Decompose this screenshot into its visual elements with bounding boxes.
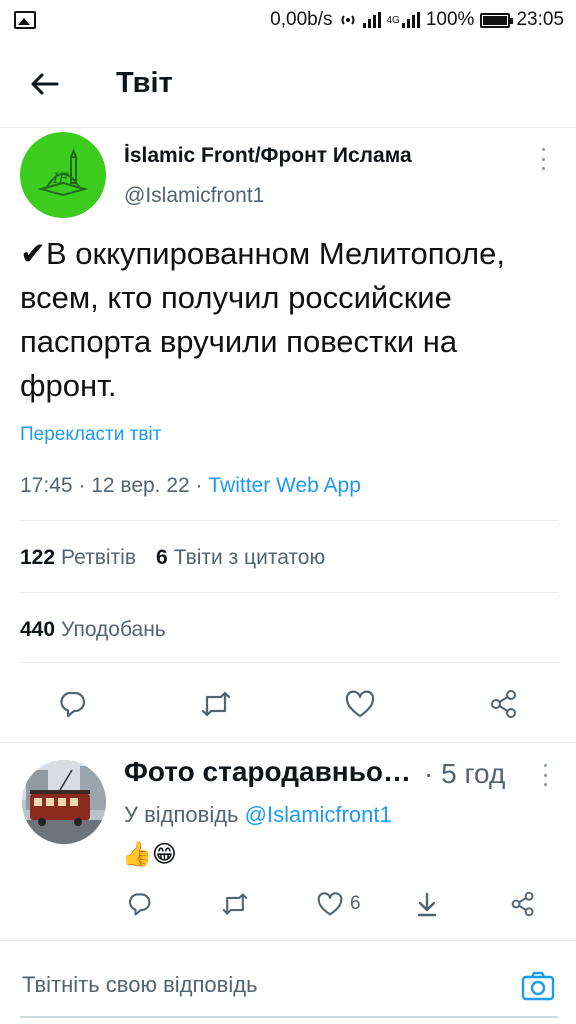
image-notification-icon — [14, 11, 36, 29]
reply-icon — [128, 893, 151, 916]
battery-percent: 100% — [425, 9, 475, 30]
translate-tweet-link[interactable]: Перекласти твіт — [20, 424, 161, 446]
reply-time: · 5 год — [424, 758, 506, 789]
signal-icon-2 — [401, 12, 420, 28]
tweet-text: ✔В оккупированном Мелитополе, всем, кто … — [20, 236, 505, 403]
download-icon — [417, 892, 437, 917]
share-button[interactable] — [476, 676, 532, 732]
replying-to: У відповідь @Islamicfront1 — [124, 802, 392, 828]
network-speed: 0,00b/s — [270, 9, 333, 30]
like-button[interactable] — [332, 676, 388, 732]
heart-icon — [345, 690, 375, 718]
share-icon — [511, 891, 534, 917]
back-button[interactable] — [0, 40, 88, 128]
reply-text: 👍😁 — [122, 841, 177, 868]
reply-more-button[interactable] — [538, 764, 552, 786]
reply-retweet-button[interactable] — [218, 882, 252, 926]
retweet-button[interactable] — [188, 676, 244, 732]
reply-likes-count: 6 — [350, 893, 361, 914]
divider — [20, 592, 558, 593]
likes-label: Уподобань — [61, 618, 166, 641]
replying-to-prefix: У відповідь — [124, 802, 245, 827]
retweets-stat[interactable]: 122 Ретвітів — [20, 546, 136, 570]
tweet-more-button[interactable] — [536, 148, 550, 170]
divider — [20, 662, 558, 663]
reply-like-button[interactable]: 6 — [316, 882, 376, 926]
likes-stat[interactable]: 440 Уподобань — [20, 618, 166, 642]
camera-icon — [521, 971, 555, 1001]
reply-download-button[interactable] — [412, 882, 442, 926]
share-icon — [491, 690, 516, 718]
heart-icon — [317, 892, 343, 916]
network-type: 4G — [386, 14, 400, 26]
status-bar: 0,00b/s 4G 100% 23:05 — [0, 0, 576, 40]
tweet-stats-row-2: 440 Уподобань — [20, 618, 166, 642]
top-app-bar: Твіт — [0, 40, 576, 128]
reply-reply-button[interactable] — [124, 882, 154, 926]
back-arrow-icon — [31, 73, 59, 94]
reply-composer: Твітніть свою відповідь — [0, 952, 576, 1024]
battery-icon — [480, 12, 514, 28]
quotes-stat[interactable]: 6 Твіти з цитатою — [156, 546, 325, 570]
divider — [20, 520, 558, 521]
composer-underline — [20, 1016, 558, 1018]
retweets-label: Ретвітів — [61, 546, 136, 569]
reply-author-name[interactable]: Фото стародавнього Киева — [124, 756, 420, 788]
replying-to-handle[interactable]: @Islamicfront1 — [245, 802, 392, 827]
reply-share-button[interactable] — [508, 882, 538, 926]
tweet-actions-bar — [0, 676, 576, 732]
section-divider — [0, 742, 576, 743]
camera-button[interactable] — [516, 964, 560, 1008]
signal-icon — [362, 12, 381, 28]
reply-actions-bar: 6 — [0, 882, 576, 926]
svg-text:IF: IF — [52, 171, 70, 187]
tweet-stats-row-1: 122 Ретвітів 6 Твіти з цитатою — [20, 546, 325, 570]
status-right: 0,00b/s 4G 100% 23:05 — [270, 9, 564, 31]
tram-photo-icon — [22, 760, 106, 844]
reply-author-avatar[interactable] — [22, 760, 106, 844]
tweet-meta: 17:45 · 12 вер. 22 · Twitter Web App — [20, 474, 361, 498]
tweet-source-link[interactable]: Twitter Web App — [208, 474, 361, 497]
reply-icon — [60, 691, 86, 718]
clock: 23:05 — [516, 9, 564, 30]
islamic-front-logo-icon: IF — [37, 148, 89, 197]
reply-button[interactable] — [44, 676, 100, 732]
retweet-icon — [222, 893, 248, 915]
author-avatar[interactable]: IF — [20, 132, 106, 218]
quotes-label: Твіти з цитатою — [173, 546, 326, 569]
tweet-timestamp: 17:45 · 12 вер. 22 · — [20, 474, 209, 497]
tweet-author-handle[interactable]: @Islamicfront1 — [124, 184, 264, 208]
hotspot-icon — [341, 15, 354, 25]
quotes-count: 6 — [156, 546, 168, 569]
likes-count: 440 — [20, 618, 56, 641]
retweets-count: 122 — [20, 546, 56, 569]
section-divider — [0, 940, 576, 941]
reply-input[interactable]: Твітніть свою відповідь — [22, 972, 258, 998]
retweet-icon — [201, 691, 231, 717]
page-title: Твіт — [116, 67, 173, 99]
tweet-author-name[interactable]: İslamic Front/Фронт Ислама — [124, 144, 412, 168]
